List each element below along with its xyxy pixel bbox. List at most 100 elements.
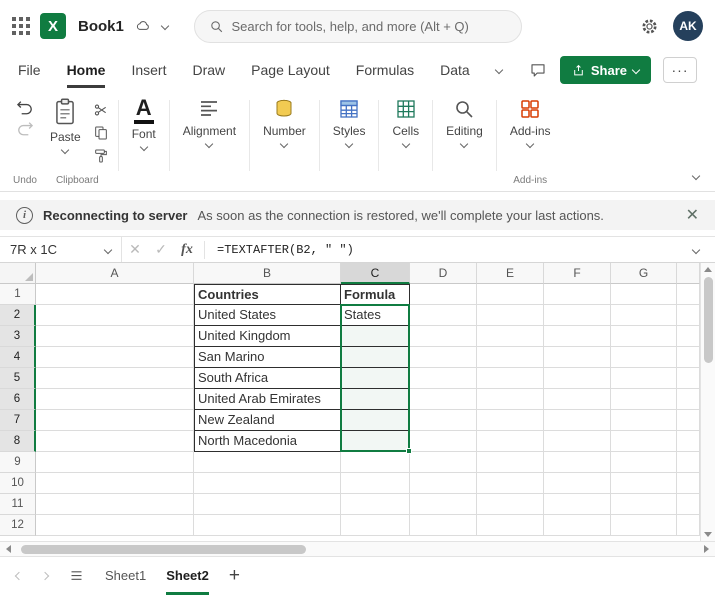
column-header-B[interactable]: B: [194, 263, 341, 284]
row-header-12[interactable]: 12: [0, 515, 36, 536]
cells-menu-button[interactable]: Cells: [384, 92, 427, 152]
cell-E3[interactable]: [477, 326, 544, 347]
cell-F8[interactable]: [544, 431, 611, 452]
global-search-input[interactable]: Search for tools, help, and more (Alt + …: [193, 9, 522, 43]
cell-G1[interactable]: [611, 284, 677, 305]
cell-C3[interactable]: [341, 326, 410, 347]
cell-C12[interactable]: [341, 515, 410, 536]
cell-G7[interactable]: [611, 410, 677, 431]
app-launcher-icon[interactable]: [12, 17, 30, 35]
add-sheet-button[interactable]: +: [229, 566, 240, 585]
cell-B8[interactable]: North Macedonia: [194, 431, 341, 452]
cell-A10[interactable]: [36, 473, 194, 494]
column-header-A[interactable]: A: [36, 263, 194, 284]
menu-file[interactable]: File: [18, 52, 41, 88]
all-sheets-icon[interactable]: [68, 568, 85, 583]
settings-gear-icon[interactable]: [640, 17, 659, 36]
cell-F6[interactable]: [544, 389, 611, 410]
ribbon-collapse-chevron-icon[interactable]: [691, 171, 701, 181]
cell-G3[interactable]: [611, 326, 677, 347]
redo-button[interactable]: [14, 121, 36, 136]
account-avatar[interactable]: AK: [673, 11, 703, 41]
cell-C10[interactable]: [341, 473, 410, 494]
row-header-10[interactable]: 10: [0, 473, 36, 494]
horizontal-scroll-thumb[interactable]: [21, 544, 306, 554]
cell-B1[interactable]: Countries: [194, 284, 341, 305]
row-header-5[interactable]: 5: [0, 368, 36, 389]
sheet-tab-sheet1[interactable]: Sheet1: [105, 557, 146, 595]
cell-C6[interactable]: [341, 389, 410, 410]
cell-overflow-7[interactable]: [677, 410, 700, 431]
cell-A8[interactable]: [36, 431, 194, 452]
cell-G10[interactable]: [611, 473, 677, 494]
font-menu-button[interactable]: A Font: [124, 92, 164, 155]
row-header-7[interactable]: 7: [0, 410, 36, 431]
cell-F5[interactable]: [544, 368, 611, 389]
cell-B4[interactable]: San Marino: [194, 347, 341, 368]
cell-E1[interactable]: [477, 284, 544, 305]
next-sheet-icon[interactable]: [40, 571, 50, 580]
cell-E5[interactable]: [477, 368, 544, 389]
cell-overflow-1[interactable]: [677, 284, 700, 305]
cell-F3[interactable]: [544, 326, 611, 347]
select-all-corner[interactable]: [0, 263, 36, 284]
cell-F2[interactable]: [544, 305, 611, 326]
cell-overflow-4[interactable]: [677, 347, 700, 368]
cell-A11[interactable]: [36, 494, 194, 515]
editing-menu-button[interactable]: Editing: [438, 92, 491, 152]
cell-C1[interactable]: Formula: [341, 284, 410, 305]
cell-overflow-12[interactable]: [677, 515, 700, 536]
cell-B6[interactable]: United Arab Emirates: [194, 389, 341, 410]
cell-A4[interactable]: [36, 347, 194, 368]
cell-F9[interactable]: [544, 452, 611, 473]
row-header-6[interactable]: 6: [0, 389, 36, 410]
cell-E9[interactable]: [477, 452, 544, 473]
cell-C4[interactable]: [341, 347, 410, 368]
cut-button[interactable]: [93, 102, 109, 118]
row-header-8[interactable]: 8: [0, 431, 36, 452]
cell-E7[interactable]: [477, 410, 544, 431]
alignment-menu-button[interactable]: Alignment: [175, 92, 244, 152]
cell-G12[interactable]: [611, 515, 677, 536]
formula-input[interactable]: =TEXTAFTER(B2, " "): [209, 243, 354, 257]
cell-overflow-8[interactable]: [677, 431, 700, 452]
row-header-1[interactable]: 1: [0, 284, 36, 305]
cell-E12[interactable]: [477, 515, 544, 536]
cell-F10[interactable]: [544, 473, 611, 494]
vertical-scroll-thumb[interactable]: [703, 277, 713, 363]
column-header-F[interactable]: F: [544, 263, 611, 284]
cell-A3[interactable]: [36, 326, 194, 347]
title-dropdown-chevron-icon[interactable]: [160, 21, 170, 31]
paste-button[interactable]: Paste: [42, 92, 89, 158]
row-header-4[interactable]: 4: [0, 347, 36, 368]
cell-G11[interactable]: [611, 494, 677, 515]
cell-F1[interactable]: [544, 284, 611, 305]
cell-B11[interactable]: [194, 494, 341, 515]
cell-D12[interactable]: [410, 515, 477, 536]
cell-E4[interactable]: [477, 347, 544, 368]
cell-D11[interactable]: [410, 494, 477, 515]
row-header-9[interactable]: 9: [0, 452, 36, 473]
menu-page-layout[interactable]: Page Layout: [251, 52, 330, 88]
cell-B2[interactable]: United States: [194, 305, 341, 326]
cell-F12[interactable]: [544, 515, 611, 536]
row-header-11[interactable]: 11: [0, 494, 36, 515]
cell-D5[interactable]: [410, 368, 477, 389]
menu-formulas[interactable]: Formulas: [356, 52, 414, 88]
cell-D3[interactable]: [410, 326, 477, 347]
cell-F11[interactable]: [544, 494, 611, 515]
cell-D8[interactable]: [410, 431, 477, 452]
column-header-E[interactable]: E: [477, 263, 544, 284]
cell-G4[interactable]: [611, 347, 677, 368]
scroll-right-icon[interactable]: [704, 545, 709, 553]
menu-draw[interactable]: Draw: [192, 52, 225, 88]
cell-D7[interactable]: [410, 410, 477, 431]
cell-F4[interactable]: [544, 347, 611, 368]
cell-B9[interactable]: [194, 452, 341, 473]
workbook-title[interactable]: Book1: [78, 18, 124, 35]
column-header-G[interactable]: G: [611, 263, 677, 284]
horizontal-scrollbar[interactable]: [0, 541, 715, 556]
scroll-up-icon[interactable]: [704, 267, 712, 272]
cell-overflow-10[interactable]: [677, 473, 700, 494]
cell-D9[interactable]: [410, 452, 477, 473]
